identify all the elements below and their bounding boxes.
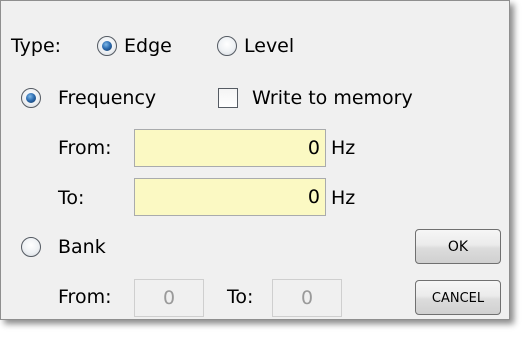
type-label: Type: <box>11 35 62 57</box>
edge-label[interactable]: Edge <box>124 34 172 58</box>
bank-from-input[interactable]: 0 <box>134 279 204 317</box>
trigger-dialog: Type: Edge Level Frequency Write to memo… <box>0 0 510 320</box>
bank-to-label: To: <box>227 286 254 308</box>
frequency-label[interactable]: Frequency <box>58 86 156 110</box>
frequency-from-input[interactable]: 0 <box>134 129 326 167</box>
bank-from-label: From: <box>58 286 112 308</box>
frequency-to-unit: Hz <box>331 187 356 209</box>
ok-button[interactable]: OK <box>415 229 501 264</box>
bank-to-input[interactable]: 0 <box>272 279 342 317</box>
bank-radio[interactable] <box>21 237 41 257</box>
frequency-radio-dot <box>26 93 36 103</box>
cancel-button[interactable]: CANCEL <box>415 280 501 315</box>
frequency-radio[interactable] <box>21 88 41 108</box>
frequency-to-label: To: <box>58 187 85 209</box>
level-label[interactable]: Level <box>244 34 294 58</box>
write-to-memory-label[interactable]: Write to memory <box>252 86 413 110</box>
frequency-from-unit: Hz <box>331 137 356 159</box>
frequency-from-label: From: <box>58 137 112 159</box>
bank-label[interactable]: Bank <box>58 235 106 259</box>
write-to-memory-checkbox[interactable] <box>218 88 238 108</box>
edge-radio[interactable] <box>97 36 117 56</box>
edge-radio-dot <box>102 41 112 51</box>
level-radio[interactable] <box>217 36 237 56</box>
frequency-to-input[interactable]: 0 <box>134 178 326 216</box>
